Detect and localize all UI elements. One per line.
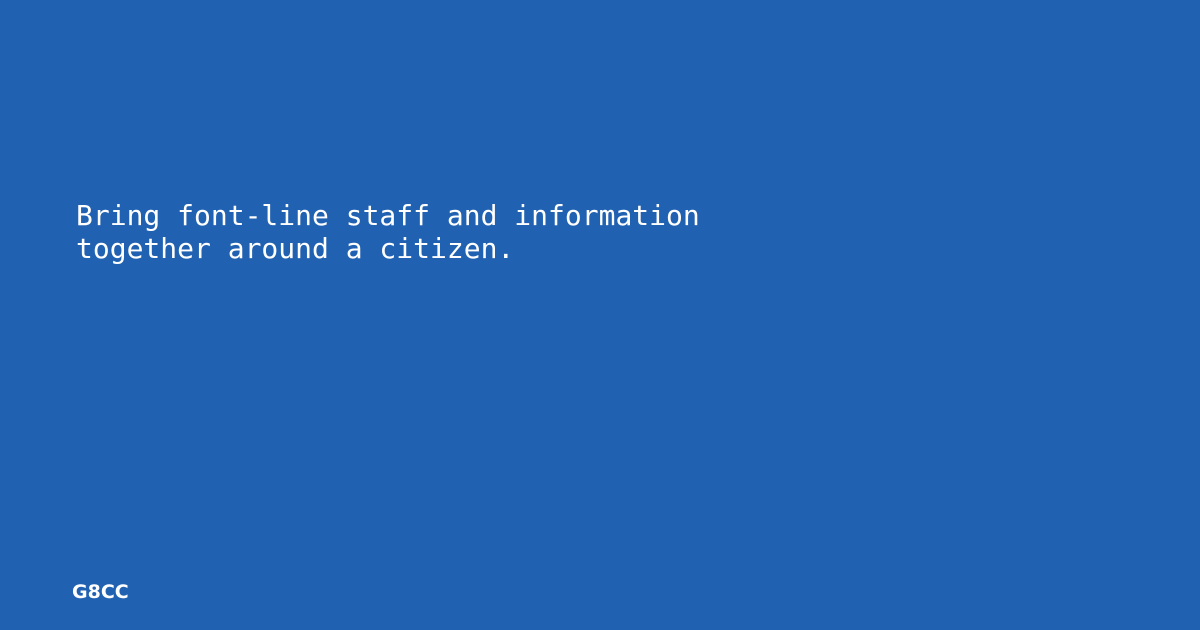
tagline-line-2: together around a citizen. bbox=[76, 232, 515, 265]
brand-name: G8CC bbox=[72, 581, 129, 603]
tagline-line-1: Bring font-line staff and information bbox=[76, 199, 700, 232]
social-card: Bring font-line staff and information to… bbox=[0, 0, 1200, 630]
tagline: Bring font-line staff and information to… bbox=[76, 199, 976, 265]
